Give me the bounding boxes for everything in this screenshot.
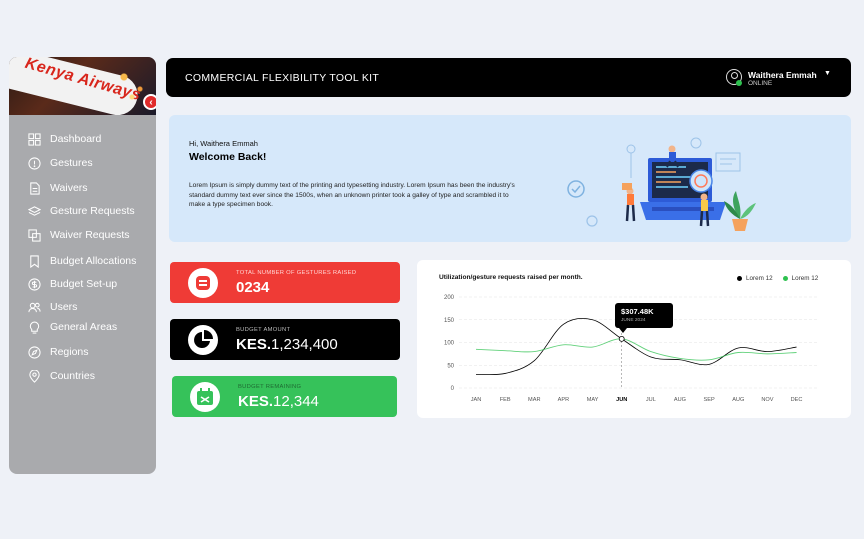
x-tick-label: SEP (704, 397, 715, 403)
series-line-2 (475, 338, 797, 361)
sidebar-item-gesture-requests[interactable]: Gesture Requests (9, 201, 156, 221)
x-tick-label: AUG (732, 397, 744, 403)
sidebar-item-label: Budget Set-up (50, 278, 118, 290)
app-title: COMMERCIAL FLEXIBILITY TOOL KIT (185, 72, 380, 84)
y-tick-label: 200 (444, 295, 455, 301)
sidebar-item-budget-setup[interactable]: Budget Set-up (9, 274, 156, 294)
y-tick-label: 50 (447, 363, 454, 369)
x-tick-label: JUL (646, 397, 656, 403)
layers-icon (27, 204, 41, 218)
location-pin-icon (27, 369, 41, 383)
stat-value: 0234 (236, 279, 270, 296)
sidebar-item-label: Budget Allocations (50, 255, 137, 267)
calendar-icon (190, 382, 220, 412)
top-header: COMMERCIAL FLEXIBILITY TOOL KIT Waithera… (166, 58, 851, 97)
x-tick-label: MAR (528, 397, 540, 403)
sidebar-item-label: Countries (50, 370, 95, 382)
gestures-icon (188, 268, 218, 298)
sidebar-item-general-areas[interactable]: General Areas (9, 317, 156, 337)
dollar-icon (27, 277, 41, 291)
bulb-icon (27, 320, 41, 334)
pie-chart-icon (188, 325, 218, 355)
x-tick-label: APR (558, 397, 570, 403)
sidebar-item-regions[interactable]: Regions (9, 342, 156, 362)
welcome-body-text: Lorem Ipsum is simply dummy text of the … (189, 182, 515, 208)
x-tick-label: JUN (616, 397, 627, 403)
greeting-text: Hi, Waithera Emmah (189, 139, 258, 148)
stat-card-budget-remaining[interactable]: BUDGET REMAINING KES.12,344 (172, 376, 397, 417)
alert-circle-icon (27, 156, 41, 170)
x-tick-label: NOV (761, 397, 773, 403)
sidebar-item-countries[interactable]: Countries (9, 366, 156, 386)
sidebar-item-label: Dashboard (50, 133, 102, 145)
sidebar-banner-image: Kenya Airways (9, 57, 156, 115)
highlight-point (618, 335, 625, 342)
sidebar-item-label: Waiver Requests (50, 229, 130, 241)
stat-value: KES.12,344 (238, 393, 319, 410)
y-tick-label: 100 (444, 341, 455, 347)
stat-value: KES.1,234,400 (236, 336, 338, 353)
sidebar-item-label: Gesture Requests (50, 205, 135, 217)
chart-tooltip: $307.48K JUNE 2024 (615, 303, 673, 333)
copy-icon (27, 228, 41, 242)
users-icon (27, 300, 41, 314)
stat-label: BUDGET REMAINING (238, 384, 302, 390)
tooltip-date: JUNE 2024 (621, 318, 646, 323)
stat-card-budget-amount[interactable]: BUDGET AMOUNT KES.1,234,400 (170, 319, 400, 360)
y-tick-label: 0 (451, 386, 455, 392)
sidebar-item-label: Waivers (50, 182, 88, 194)
grid-icon (27, 132, 41, 146)
compass-icon (27, 345, 41, 359)
x-tick-label: DEC (791, 397, 803, 403)
user-name[interactable]: Waithera Emmah (748, 70, 817, 80)
x-tick-label: JAN (471, 397, 482, 403)
x-tick-label: AUG (674, 397, 686, 403)
tooltip-value: $307.48K (621, 307, 654, 316)
developer-illustration (567, 137, 756, 231)
user-status: ONLINE (748, 80, 773, 87)
stat-label: BUDGET AMOUNT (236, 327, 291, 333)
sidebar: Kenya Airways ‹ Dashboard Gestures Waive… (9, 57, 156, 474)
stat-label: TOTAL NUMBER OF GESTURES RAISED (236, 270, 357, 276)
welcome-title: Welcome Back! (189, 151, 267, 163)
sidebar-item-label: Gestures (50, 157, 93, 169)
sidebar-item-gestures[interactable]: Gestures (9, 153, 156, 173)
sidebar-item-waivers[interactable]: Waivers (9, 178, 156, 198)
collapse-sidebar-button[interactable]: ‹ (143, 94, 156, 110)
sidebar-item-label: General Areas (50, 321, 118, 333)
sidebar-item-dashboard[interactable]: Dashboard (9, 129, 156, 149)
stat-card-gestures[interactable]: TOTAL NUMBER OF GESTURES RAISED 0234 (170, 262, 400, 303)
y-tick-label: 150 (444, 318, 455, 324)
document-icon (27, 181, 41, 195)
sidebar-item-budget-allocations[interactable]: Budget Allocations (9, 251, 156, 271)
sidebar-item-waiver-requests[interactable]: Waiver Requests (9, 225, 156, 245)
online-status-dot (736, 80, 742, 86)
sidebar-item-label: Regions (50, 346, 89, 358)
x-tick-label: MAY (587, 397, 599, 403)
sidebar-item-users[interactable]: Users (9, 297, 156, 317)
line-chart: 0 50 100 150 200 JAN FEB MAR APR MAY JUN JUL AUG SEP A… (444, 295, 817, 403)
utilization-chart-card: Utilization/gesture requests raised per … (417, 260, 851, 418)
x-tick-label: FEB (500, 397, 511, 403)
chevron-down-icon[interactable]: ▼ (824, 70, 831, 77)
sidebar-item-label: Users (50, 301, 78, 313)
welcome-card: Hi, Waithera Emmah Welcome Back! Lorem I… (169, 115, 851, 242)
bookmark-icon (27, 254, 41, 268)
